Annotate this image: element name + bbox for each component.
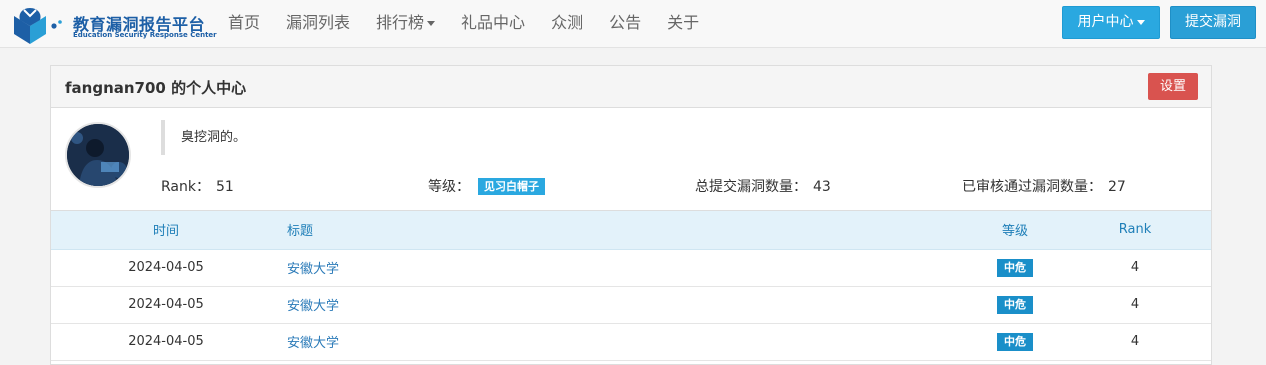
profile-panel: fangnan700 的个人中心 设置 臭挖洞的。 Rank： 51 等级： 见习白… <box>50 65 1212 365</box>
column-header-level: 等级 <box>945 211 1085 250</box>
submit-vuln-label: 提交漏洞 <box>1185 14 1241 30</box>
column-header-rank: Rank <box>1085 211 1211 250</box>
nav-item-vuln-list[interactable]: 漏洞列表 <box>286 0 362 48</box>
submitted-label: 总提交漏洞数量： <box>695 179 807 195</box>
table-header-row: 时间 标题 等级 Rank <box>51 211 1211 250</box>
nav-item-announcements[interactable]: 公告 <box>609 0 653 48</box>
row-rank: 4 <box>1085 286 1211 324</box>
caret-down-icon <box>1136 19 1145 25</box>
approved-value: 27 <box>1108 179 1126 195</box>
book-logo-icon <box>14 8 62 44</box>
nav-item-label: 排行榜 <box>376 13 425 32</box>
row-time: 2024-04-05 <box>51 323 281 361</box>
approved-stat: 已审核通过漏洞数量： 27 <box>962 176 1126 196</box>
row-level-cell: 中危 <box>945 286 1085 324</box>
table-row: 2024-04-05 安徽大学 中危 4 <box>51 286 1211 324</box>
rank-label: Rank： <box>161 179 210 195</box>
nav-item-label: 首页 <box>228 13 261 32</box>
rank-stat: Rank： 51 <box>161 176 234 196</box>
row-time: 2024-04-05 <box>51 286 281 324</box>
column-header-title: 标题 <box>281 211 945 250</box>
user-center-button[interactable]: 用户中心 <box>1062 6 1160 39</box>
nav-item-leaderboard[interactable]: 排行榜 <box>376 0 447 48</box>
nav-item-label: 礼品中心 <box>461 13 526 32</box>
brand-subtitle: Education Security Response Center <box>73 31 217 39</box>
panel-header: fangnan700 的个人中心 设置 <box>51 66 1211 108</box>
brand-logo[interactable]: 教育漏洞报告平台 Education Security Response Cen… <box>10 4 217 46</box>
row-title-link[interactable]: 安徽大学 <box>287 299 339 314</box>
row-rank: 4 <box>1085 249 1211 287</box>
nav-item-home[interactable]: 首页 <box>228 0 272 48</box>
nav-item-crowdtest[interactable]: 众测 <box>551 0 595 48</box>
table-row: 2024-04-05 安徽大学 中危 4 <box>51 249 1211 287</box>
submitted-stat: 总提交漏洞数量： 43 <box>695 176 831 196</box>
row-title-link[interactable]: 安徽大学 <box>287 336 339 351</box>
submit-vuln-button[interactable]: 提交漏洞 <box>1170 6 1256 39</box>
level-badge: 见习白帽子 <box>478 178 545 195</box>
row-title-cell: 安徽大学 <box>281 249 945 287</box>
settings-button[interactable]: 设置 <box>1148 73 1198 100</box>
nav-item-label: 公告 <box>609 13 642 32</box>
nav-item-label: 关于 <box>667 13 700 32</box>
settings-label: 设置 <box>1159 79 1186 94</box>
row-rank: 4 <box>1085 323 1211 361</box>
severity-badge: 中危 <box>997 332 1033 351</box>
caret-down-icon <box>427 21 436 26</box>
approved-label: 已审核通过漏洞数量： <box>962 179 1102 195</box>
severity-badge: 中危 <box>997 258 1033 277</box>
level-stat: 等级： 见习白帽子 <box>428 176 545 196</box>
nav-item-label: 众测 <box>551 13 584 32</box>
profile-summary: 臭挖洞的。 Rank： 51 等级： 见习白帽子 总提交漏洞数量： 43 已审核通过漏… <box>51 108 1211 211</box>
main-nav: 首页 漏洞列表 排行榜 礼品中心 众测 公告 关于 <box>228 0 725 48</box>
submitted-value: 43 <box>813 179 831 195</box>
user-bio: 臭挖洞的。 <box>161 120 246 155</box>
nav-item-about[interactable]: 关于 <box>667 0 711 48</box>
nav-item-gift-center[interactable]: 礼品中心 <box>461 0 537 48</box>
table-row: 2024-04-05 安徽大学 中危 4 <box>51 323 1211 361</box>
page-title: fangnan700 的个人中心 <box>65 79 247 97</box>
nav-item-label: 漏洞列表 <box>286 13 351 32</box>
vuln-table: 时间 标题 等级 Rank 2024-04-05 安徽大学 中危 4 2024-… <box>51 211 1211 361</box>
row-title-link[interactable]: 安徽大学 <box>287 262 339 277</box>
rank-value: 51 <box>215 179 234 195</box>
avatar[interactable] <box>65 122 131 188</box>
avatar-image <box>67 124 129 186</box>
level-label: 等级： <box>428 179 470 195</box>
row-level-cell: 中危 <box>945 249 1085 287</box>
row-level-cell: 中危 <box>945 323 1085 361</box>
row-title-cell: 安徽大学 <box>281 286 945 324</box>
row-time: 2024-04-05 <box>51 249 281 287</box>
row-title-cell: 安徽大学 <box>281 323 945 361</box>
top-navbar: 教育漏洞报告平台 Education Security Response Cen… <box>0 0 1266 48</box>
severity-badge: 中危 <box>997 295 1033 314</box>
user-center-label: 用户中心 <box>1077 14 1134 30</box>
column-header-time: 时间 <box>51 211 281 250</box>
